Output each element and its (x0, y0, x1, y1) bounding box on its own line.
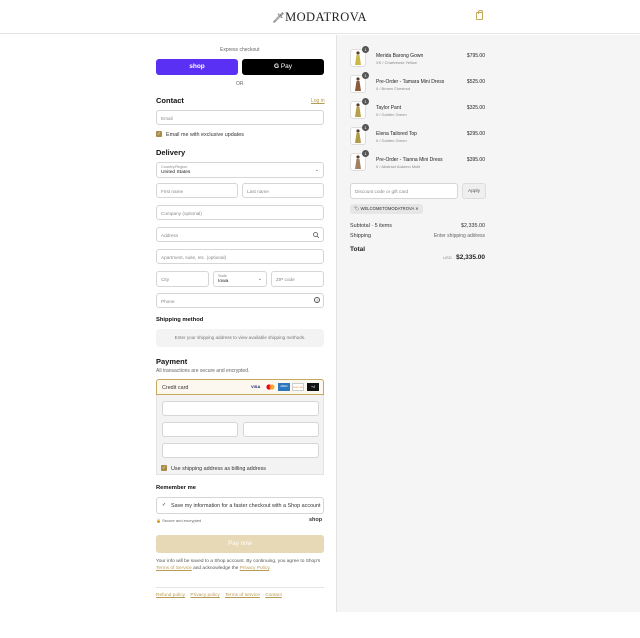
shipping-value: Enter shipping address (433, 233, 485, 239)
product-name: Pre-Order - Tamara Mini Dress (376, 79, 445, 85)
cart-item: 1 Elena Tailored Top 0 / Golden Green $2… (337, 124, 637, 149)
discount-code-field[interactable]: Discount code or gift card (350, 183, 458, 199)
visa-icon: VISA (251, 384, 261, 389)
credit-card-label: Credit card (162, 384, 189, 391)
quantity-badge: 1 (362, 124, 369, 131)
tag-icon: 🏷 (354, 206, 360, 211)
product-variant: 0 / Abstract Autumn Multi (376, 164, 421, 169)
footer-links: Refund policy Privacy policy Terms of se… (156, 593, 282, 598)
city-field[interactable]: City (156, 271, 209, 287)
address-field[interactable]: Address (156, 227, 324, 242)
expiration-field[interactable] (162, 422, 238, 437)
mastercard-icon (266, 384, 275, 390)
terms-of-service-link[interactable]: Terms of service (225, 593, 260, 598)
quantity-badge: 1 (362, 46, 369, 53)
remember-me-label: Save my information for a faster checkou… (171, 503, 321, 509)
remember-me-box[interactable]: ✓ Save my information for a faster check… (156, 497, 324, 514)
email-updates-checkbox[interactable]: ✓ (156, 131, 162, 137)
chevron-down-icon: ⌄ (314, 167, 319, 173)
shop-privacy-link[interactable]: Privacy Policy (240, 566, 270, 571)
product-variant: XS / Chartreuse Yellow (376, 60, 417, 65)
quantity-badge: 1 (362, 72, 369, 79)
close-icon[interactable]: ✕ (415, 206, 419, 211)
contact-title: Contact (156, 96, 184, 105)
product-variant: 0 / Brown Chestnut (376, 86, 411, 91)
last-name-field[interactable]: Last name (242, 183, 324, 198)
product-name: Taylor Pant (376, 105, 402, 111)
payment-title: Payment (156, 357, 188, 366)
footer-divider (156, 587, 324, 588)
cart-item: 1 Pre-Order - Tamara Mini Dress 0 / Brow… (337, 72, 637, 97)
express-checkout-label: Express checkout (220, 47, 260, 53)
discount-tag: 🏷 WELCOMETOMODATROVA ✕ (350, 204, 423, 214)
product-price: $395.00 (466, 157, 485, 163)
quantity-badge: 1 (362, 98, 369, 105)
shipping-label: Shipping (350, 233, 371, 239)
country-select[interactable]: Country/Region United States ⌄ (156, 162, 324, 178)
card-number-field[interactable] (162, 401, 319, 416)
site-header: 🗡MODATROVA (0, 0, 640, 34)
chevron-down-icon: ⌄ (257, 276, 262, 282)
email-updates-label: Email me with exclusive updates (166, 132, 244, 138)
cart-item: 1 Taylor Pant 0 / Golden Green $325.00 (337, 98, 637, 123)
billing-same-label: Use shipping address as billing address (171, 466, 266, 472)
product-name: Merida Barong Gown (376, 53, 424, 59)
credit-card-option[interactable]: Credit card VISA AMEX DISCOVER +4 (156, 379, 324, 395)
privacy-policy-link[interactable]: Privacy policy (190, 593, 219, 598)
subtotal-value: $2,335.00 (461, 223, 485, 229)
first-name-field[interactable]: First name (156, 183, 238, 198)
product-variant: 0 / Golden Green (376, 112, 407, 117)
apartment-field[interactable]: Apartment, suite, etc. (optional) (156, 249, 324, 264)
product-price: $795.00 (466, 53, 485, 59)
delivery-title: Delivery (156, 148, 186, 157)
company-field[interactable]: Company (optional) (156, 205, 324, 220)
shop-terms-link[interactable]: Terms of Service (156, 566, 192, 571)
amex-icon: AMEX (278, 383, 290, 391)
discover-icon: DISCOVER (292, 383, 304, 391)
name-on-card-field[interactable] (162, 443, 319, 458)
order-summary: 1 Merida Barong Gown XS / Chartreuse Yel… (336, 35, 640, 612)
product-variant: 0 / Golden Green (376, 138, 407, 143)
search-icon (313, 232, 319, 238)
or-divider: OR (236, 81, 244, 87)
shipping-method-title: Shipping method (156, 317, 204, 323)
pay-now-button[interactable]: Pay now (156, 535, 324, 553)
product-price: $325.00 (466, 105, 485, 111)
cart-item: 1 Pre-Order - Tianna Mini Dress 0 / Abst… (337, 150, 637, 175)
subtotal-label: Subtotal · 5 items (350, 223, 392, 229)
total-amount: USD $2,335.00 (443, 254, 485, 261)
security-code-field[interactable] (243, 422, 319, 437)
quantity-badge: 1 (362, 150, 369, 157)
product-price: $525.00 (466, 79, 485, 85)
refund-policy-link[interactable]: Refund policy (156, 593, 185, 598)
zip-field[interactable]: ZIP code (271, 271, 324, 287)
phone-field[interactable]: Phone ? (156, 293, 324, 308)
total-label: Total (350, 246, 366, 253)
secure-note: 🔒 Secure and encrypted (156, 518, 202, 523)
cart-item: 1 Merida Barong Gown XS / Chartreuse Yel… (337, 46, 637, 71)
state-select[interactable]: State Iowa ⌄ (213, 271, 267, 287)
shop-logo: shop (309, 517, 323, 523)
billing-same-checkbox[interactable]: ✓ (161, 465, 167, 471)
shipping-method-notice: Enter your shipping address to view avai… (156, 329, 324, 347)
product-price: $295.00 (466, 131, 485, 137)
apply-discount-button[interactable]: Apply (462, 183, 486, 199)
store-logo[interactable]: 🗡MODATROVA (272, 10, 367, 25)
shop-pay-button[interactable]: shop (156, 59, 238, 75)
checkout-form: Express checkout shop G Pay OR Contact L… (0, 35, 336, 612)
email-field[interactable]: Email (156, 110, 324, 125)
product-name: Elena Tailored Top (376, 131, 417, 137)
google-pay-button[interactable]: G Pay (242, 59, 324, 75)
lock-icon: 🔒 (156, 518, 161, 523)
shopping-bag-icon[interactable] (476, 10, 483, 20)
product-name: Pre-Order - Tianna Mini Dress (376, 157, 443, 163)
more-cards-badge: +4 (307, 383, 319, 391)
checkmark-icon: ✓ (162, 502, 167, 508)
legal-text: Your info will be saved to a Shop accoun… (156, 559, 321, 571)
remember-me-title: Remember me (156, 485, 196, 491)
contact-link[interactable]: Contact (265, 593, 282, 598)
login-link[interactable]: Log in (311, 98, 325, 104)
help-icon[interactable]: ? (314, 297, 320, 303)
payment-subtitle: All transactions are secure and encrypte… (156, 368, 250, 374)
